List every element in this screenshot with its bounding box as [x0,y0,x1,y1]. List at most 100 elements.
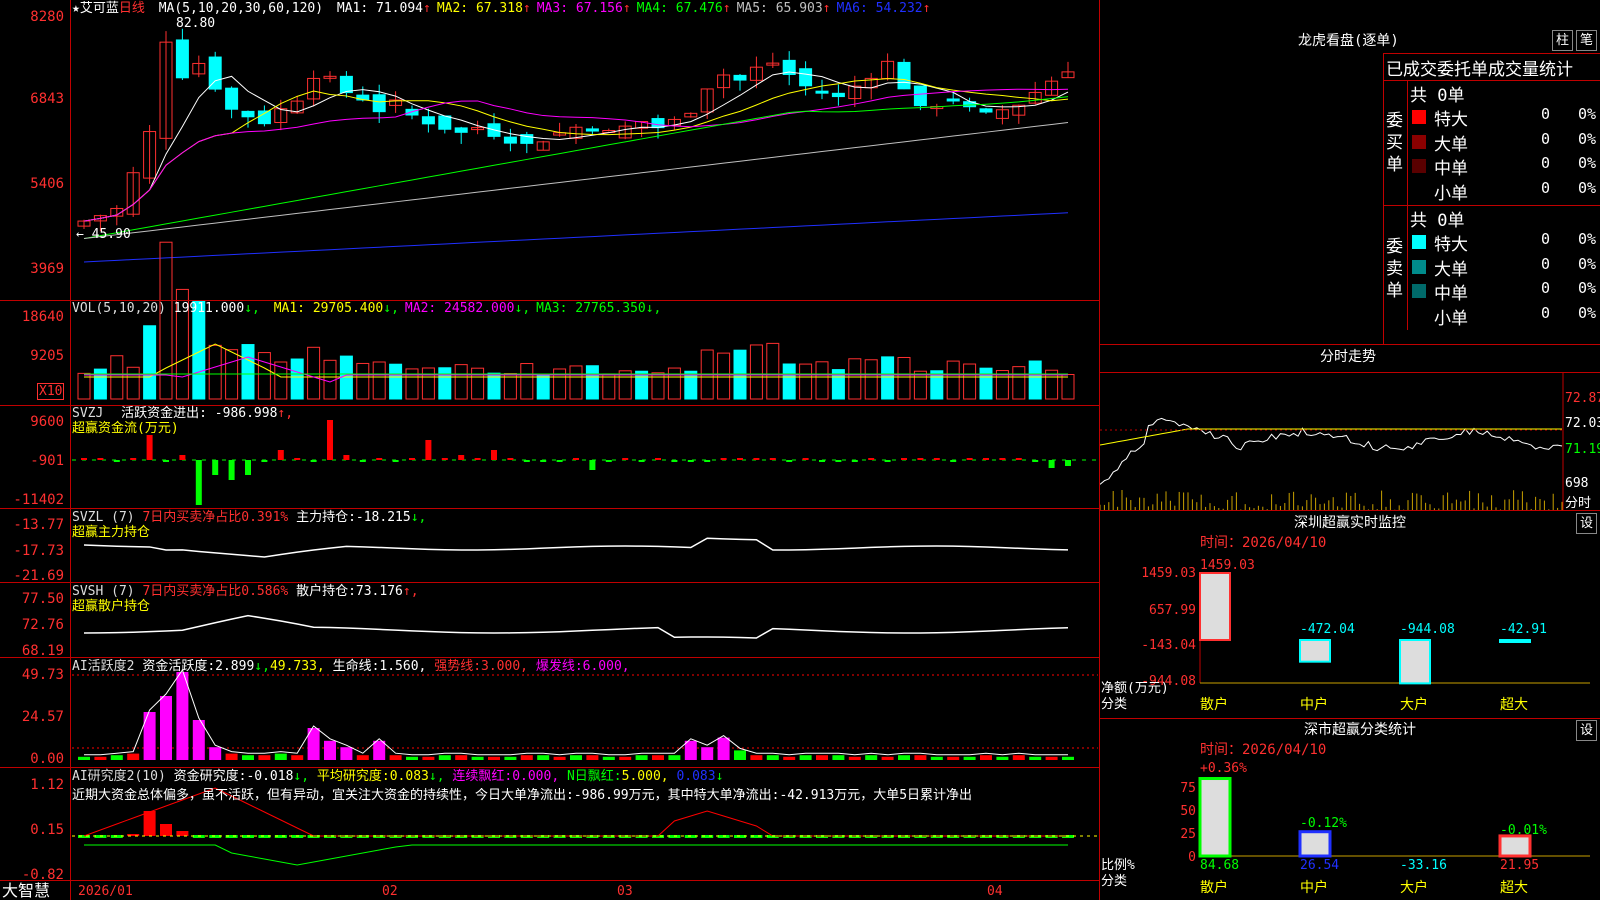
svzj-value: -986.998 [214,406,278,421]
sz-class-settings-button[interactable]: 设 [1576,720,1597,741]
ai-activity-bar [242,755,254,760]
ai-strong-label: 强势线: [434,659,482,674]
ai-activity-bar [570,755,582,760]
ai-activity-bar [406,756,418,760]
svzj-bar [655,458,661,460]
intraday-tick: 72.87 [1565,391,1600,406]
ai-activity-bar [832,755,845,760]
order-type-label: 大单 [1434,259,1468,280]
order-percent: 0% [1578,129,1597,148]
svzj-bar [966,458,973,460]
sz-class-bar [1498,834,1532,858]
category-value: 1459.03 [1200,558,1255,573]
ai-research-arrow: ↓, [293,769,310,784]
category-value: -472.04 [1300,622,1355,637]
svzj-bar [835,460,842,462]
order-color-swatch [1412,259,1426,274]
sell-total: 共 0单 [1410,211,1465,231]
svzj-bar [97,458,104,460]
vol-value: 19911.000 [173,301,245,316]
favorite-star-icon[interactable]: ★ [72,1,80,16]
svzl-tick: -17.73 [13,543,64,559]
svzj-bar [507,458,514,460]
intraday-label: 分时 [1565,496,1592,511]
ai-activity-bar [865,755,878,760]
candle-body [225,87,239,110]
ai-activity-bar [78,756,90,760]
ai-activity-bar [898,755,910,760]
ma-params: MA(5,10,20,30,60,120) [158,1,324,16]
category-label: 散户 [1200,697,1228,713]
ai-summary-text: 近期大资金总体偏多，虽不活跃，但有异动，宜关注大资金的持续性，今日大单净流出:-… [72,788,973,803]
volume-bar [405,368,419,400]
category-value: -944.08 [1400,622,1455,637]
stock-name[interactable]: 艾可蓝 [80,1,119,16]
sz-monitor-settings-button[interactable]: 设 [1576,513,1597,534]
sz-monitor-bar [1399,639,1431,685]
candle-body [946,98,960,102]
svzj-bar [933,458,940,460]
panel-divider [1099,0,1100,900]
svzl-arrow: ↓, [410,510,427,525]
ratio-change-label: -0.01% [1500,823,1547,838]
ai-activity-value: 2.899 [215,659,255,674]
order-count: 0 [1541,230,1551,248]
buy-total: 共 0单 [1410,86,1465,106]
order-count: 0 [1541,178,1551,197]
section-line [1099,718,1600,719]
period-label[interactable]: 日线 [119,1,145,16]
order-type-label: 小单 [1434,183,1468,204]
ma-arrow: ↑ [822,1,831,16]
ai-activity-bar [734,750,746,760]
sz-monitor-bar [1299,639,1331,663]
ai-activity-bar [389,755,402,760]
svzj-bar [310,460,317,462]
candle-body [897,61,911,90]
ai-activity-bar [1045,756,1058,760]
ai-lifeline-label: 生命线: [332,659,380,674]
volume-bar [1061,373,1075,400]
svzl-tick: -21.69 [13,568,64,584]
vol-arrow: ↓, [244,301,260,316]
ai-activity-bar [701,747,714,760]
candle-body [421,116,435,125]
ai-activity-bar [225,753,238,760]
vol-tick: 18640 [21,309,64,325]
svzj-bar [359,460,366,462]
category-value: 21.95 [1500,858,1540,873]
candle-body [503,136,517,144]
volume-bar [1028,360,1042,400]
svzj-bar [458,455,465,460]
ai-activity-bar [471,756,484,760]
ai-activity-bar [274,753,287,760]
svsh-header: SVSH (7) 7日内买卖净占比0.586% 散户持仓:73.176↑, [72,584,419,599]
bar-view-button[interactable]: 柱 [1552,30,1573,51]
svzj-name: SVZJ [72,406,104,421]
volume-bar [553,368,567,400]
volume-bar [569,365,583,400]
panel-separator [0,657,1099,658]
svzl-label: 主力持仓: [296,510,356,525]
ratio-change-label: -0.12% [1300,816,1347,831]
svzj-bar [376,458,383,460]
svzj-bar [392,460,399,462]
ai-activity-bar [947,756,960,760]
y-axis-line [70,0,71,900]
order-type-label: 中单 [1434,159,1468,179]
ma-3: MA3: 67.156 [536,1,623,16]
ai-activity-name: AI活跃度2 [72,659,135,674]
x-tick-label: 02 [382,884,398,899]
ai-activity-bar [143,712,156,760]
intraday-avg-line [1099,428,1562,446]
ai-lifeline-value: 1.560, [379,659,427,674]
ai-activity-bar [980,755,992,760]
ai-research-bar [160,824,172,836]
ai-activity-bar [684,740,697,760]
kline-chart-canvas[interactable] [0,0,1600,900]
ma-4: MA4: 67.476 [636,1,723,16]
order-count: 0 [1541,154,1551,172]
panel-separator [0,508,1099,509]
order-percent: 0% [1578,154,1597,172]
svzj-bar [409,458,415,460]
tick-view-button[interactable]: 笔 [1576,30,1597,51]
